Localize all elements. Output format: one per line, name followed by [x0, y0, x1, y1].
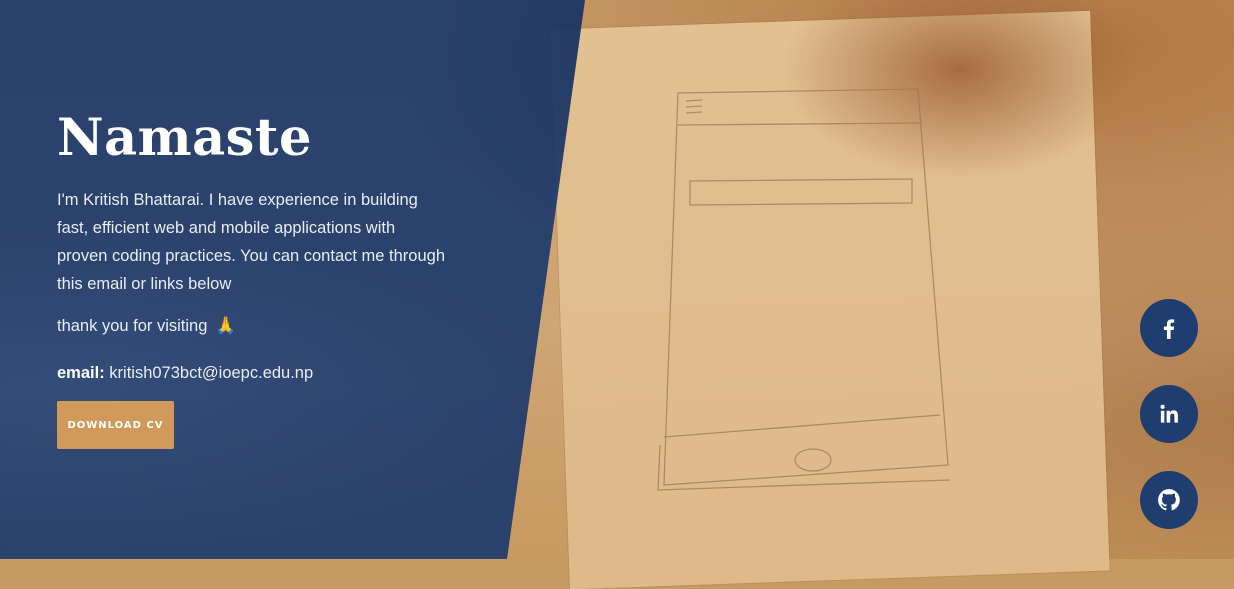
- hero-content: Namaste I'm Kritish Bhattarai. I have ex…: [57, 108, 447, 449]
- thanks-text: thank you for visiting: [57, 316, 208, 335]
- linkedin-icon: [1160, 404, 1178, 423]
- email-value[interactable]: kritish073bct@ioepc.edu.np: [109, 364, 313, 382]
- github-button[interactable]: [1140, 471, 1198, 529]
- email-line: email: kritish073bct@ioepc.edu.np: [57, 364, 447, 383]
- facebook-icon: [1163, 319, 1175, 339]
- pray-icon: 🙏: [215, 316, 237, 335]
- facebook-button[interactable]: [1140, 299, 1198, 357]
- hero-intro: I'm Kritish Bhattarai. I have experience…: [57, 191, 445, 293]
- thanks-line: thank you for visiting 🙏: [57, 316, 447, 336]
- download-cv-button[interactable]: DOWNLOAD CV: [57, 401, 174, 449]
- hero-title: Namaste: [57, 108, 312, 168]
- email-label: email:: [57, 364, 105, 382]
- phone-sketch: [657, 88, 951, 491]
- linkedin-button[interactable]: [1140, 385, 1198, 443]
- github-icon: [1158, 489, 1180, 511]
